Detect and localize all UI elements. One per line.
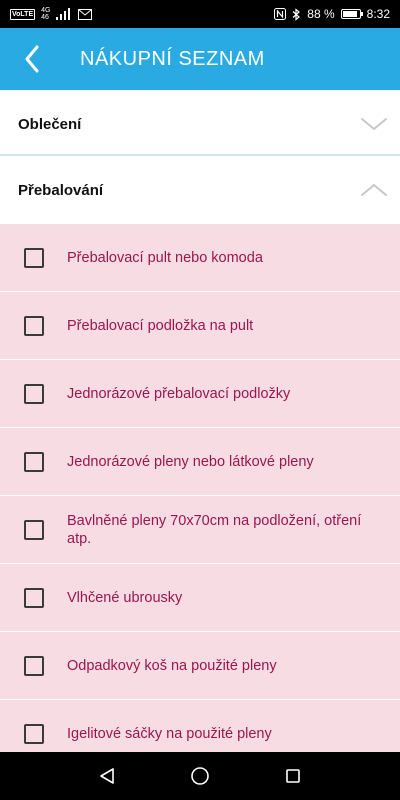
volte-badge: VoLTE xyxy=(10,8,36,20)
battery-percent: 88 % xyxy=(307,7,335,21)
nav-back-button[interactable] xyxy=(83,752,131,800)
item-label: Bavlněné pleny 70x70cm na podložení, otř… xyxy=(67,512,362,547)
circle-home-icon xyxy=(191,767,209,785)
status-right: 88 % 8:32 xyxy=(274,7,390,21)
shopping-list: Přebalovací pult nebo komoda Přebalovací… xyxy=(0,224,400,752)
list-item[interactable]: Vlhčené ubrousky xyxy=(0,564,400,632)
status-bar: VoLTE 4G 46 88 % 8:32 xyxy=(0,0,400,28)
item-label: Přebalovací pult nebo komoda xyxy=(67,249,263,266)
battery-icon xyxy=(340,9,363,19)
signal-icon xyxy=(56,8,71,20)
checkbox[interactable] xyxy=(24,247,44,268)
square-recents-icon xyxy=(286,769,301,783)
system-nav-bar xyxy=(0,752,400,800)
nfc-icon xyxy=(274,8,287,20)
section-header-obleceni[interactable]: Oblečení xyxy=(0,90,400,158)
status-left: VoLTE 4G 46 xyxy=(10,7,93,21)
item-label: Přebalovací podložka na pult xyxy=(67,317,254,334)
bluetooth-icon xyxy=(292,7,301,21)
network-type: 4G 46 xyxy=(41,7,50,21)
list-item[interactable]: Jednorázové pleny nebo látkové pleny xyxy=(0,428,400,496)
nav-recents-button[interactable] xyxy=(269,752,317,800)
list-item[interactable]: Odpadkový koš na použité pleny xyxy=(0,632,400,700)
checkbox[interactable] xyxy=(24,451,44,472)
section-title: Přebalování xyxy=(18,181,104,199)
triangle-back-icon xyxy=(99,768,114,784)
item-label: Jednorázové přebalovací podložky xyxy=(67,385,291,402)
app-bar: NÁKUPNÍ SEZNAM xyxy=(0,28,400,90)
item-label: Vlhčené ubrousky xyxy=(67,589,183,606)
list-item[interactable]: Bavlněné pleny 70x70cm na podložení, otř… xyxy=(0,496,400,564)
list-item[interactable]: Jednorázové přebalovací podložky xyxy=(0,360,400,428)
nav-home-button[interactable] xyxy=(176,752,224,800)
battery-fill xyxy=(342,11,357,17)
section-header-prebalovani[interactable]: Přebalování xyxy=(0,156,400,224)
chevron-up-icon xyxy=(361,184,387,196)
checkbox[interactable] xyxy=(24,383,44,404)
checkbox[interactable] xyxy=(24,655,44,676)
network-type-top: 4G xyxy=(41,7,51,14)
checkbox[interactable] xyxy=(24,519,44,540)
section-title: Oblečení xyxy=(18,115,82,133)
chevron-down-icon xyxy=(361,118,387,130)
checkbox[interactable] xyxy=(24,587,44,608)
item-label: Odpadkový koš na použité pleny xyxy=(67,657,277,674)
item-label: Igelitové sáčky na použité pleny xyxy=(67,725,272,742)
back-button[interactable] xyxy=(0,28,64,90)
network-type-bottom: 46 xyxy=(41,14,49,21)
mail-icon xyxy=(78,8,93,20)
list-item[interactable]: Přebalovací podložka na pult xyxy=(0,292,400,360)
checkbox[interactable] xyxy=(24,723,44,744)
list-item[interactable]: Přebalovací pult nebo komoda xyxy=(0,224,400,292)
item-label: Jednorázové pleny nebo látkové pleny xyxy=(67,453,314,470)
clock: 8:32 xyxy=(366,7,390,21)
checkbox[interactable] xyxy=(24,315,44,336)
chevron-left-icon xyxy=(25,45,39,73)
list-item[interactable]: Igelitové sáčky na použité pleny xyxy=(0,700,400,752)
page-title: NÁKUPNÍ SEZNAM xyxy=(80,47,265,70)
